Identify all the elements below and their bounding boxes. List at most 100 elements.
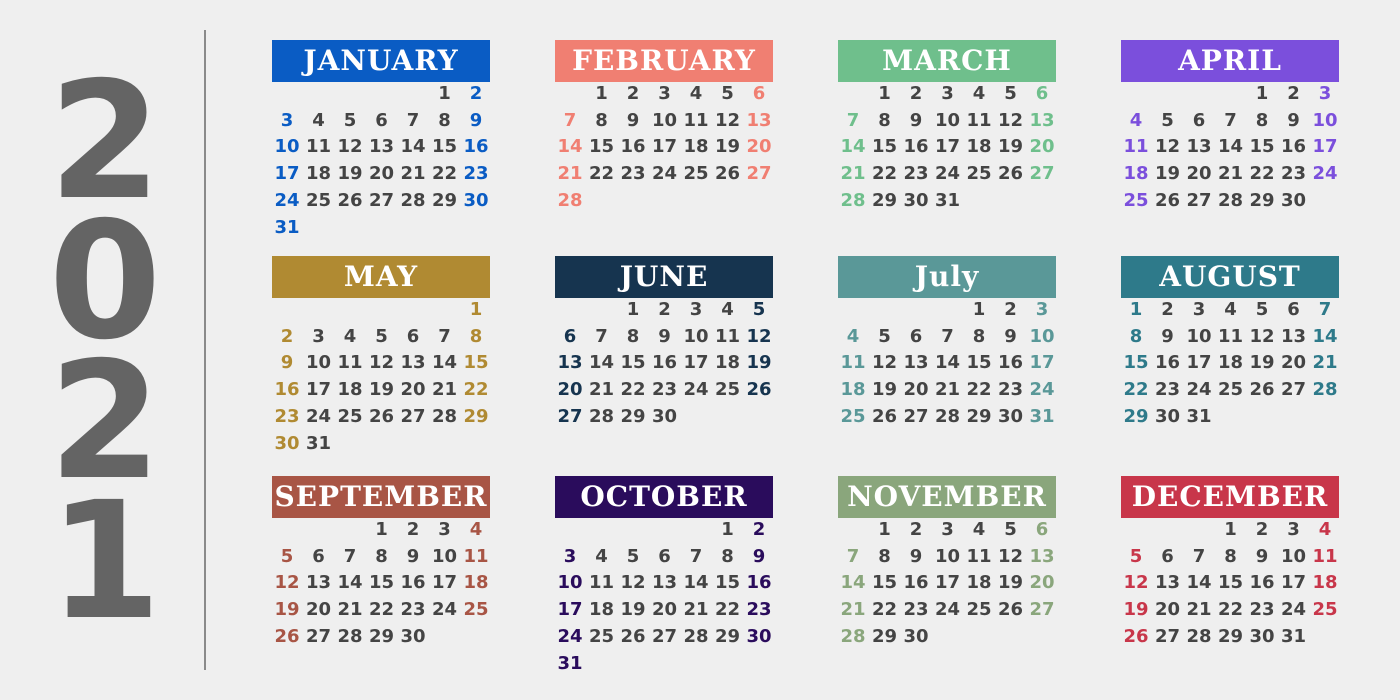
day-cell: 7 [1318,299,1332,320]
day-cell: 22 [463,379,489,401]
day-cell: 23 [997,379,1024,401]
day-cell: 26 [714,163,741,185]
month-may: MAY 1 2 3 4 5 6 7 8 9 10 11 12 13 14 15 16 17 18 19 20 21 22 23… [272,256,490,454]
day-cell: 6 [1192,109,1206,131]
day-cell: 23 [1280,163,1307,185]
day-cell: 10 [934,545,961,567]
day-cell: 10 [305,352,332,374]
month-header: DECEMBER [1121,476,1339,518]
month-january: JANUARY 1 2 3 4 5 6 7 8 9 10 11 12 13 14 15 16 17 18 19 20 21… [272,40,490,238]
day-cell: 29 [871,189,898,211]
day-cell: 13 [651,572,678,594]
day-cell: 14 [400,136,426,158]
day-cell: 2 [1287,83,1300,104]
day-cell: 25 [714,379,741,401]
day-cell: 14 [431,352,458,374]
day-cell: 4 [689,83,703,104]
month-september: SEPTEMBER 1 2 3 4 5 6 7 8 9 10 11 12 13 14 15 16 17 18 19 20… [272,476,490,647]
day-cell: 24 [934,599,961,621]
day-cell: 23 [651,379,678,401]
day-cell: 28 [588,405,615,427]
day-cell: 30 [746,625,772,647]
day-cell: 4 [1224,299,1237,320]
day-cell: 15 [714,572,741,594]
day-cell: 27 [400,405,426,427]
day-cell: 25 [337,405,363,427]
day-cell: 27 [368,189,395,211]
day-cell: 21 [400,163,426,185]
day-cell: 18 [683,136,709,158]
day-cell: 25 [1217,379,1244,401]
day-cell: 7 [1192,545,1206,567]
day-cell: 12 [274,572,300,594]
day-cell: 26 [1123,625,1149,647]
day-cell: 24 [305,405,332,427]
day-cell: 24 [1186,379,1212,401]
day-cell: 21 [1186,599,1212,621]
day-cell: 31 [1029,405,1055,427]
day-cell: 11 [463,545,489,567]
day-cell: 3 [1192,299,1206,320]
day-cell: 20 [1280,352,1307,374]
day-cell: 23 [463,163,489,185]
day-cell: 30 [463,189,489,211]
day-cell: 11 [966,109,992,131]
year-label: 2 0 2 1 [30,61,180,643]
day-cell: 21 [1312,352,1338,374]
day-cell: 9 [1287,109,1300,131]
day-cell: 26 [368,405,395,427]
day-cell: 26 [337,189,363,211]
day-cell: 24 [1280,599,1307,621]
day-cell: 29 [1217,625,1244,647]
day-cell: 5 [752,299,766,320]
day-cell: 11 [683,109,709,131]
day-cell: 11 [714,325,741,347]
month-header: JUNE [555,256,773,298]
day-cell: 9 [909,545,923,567]
day-cell: 6 [1287,299,1300,320]
day-cell: 25 [840,405,866,427]
day-cell: 30 [903,625,929,647]
month-header: JANUARY [272,40,490,82]
day-cell: 16 [903,136,929,158]
day-cell: 11 [1123,136,1149,158]
day-cell: 19 [337,163,363,185]
day-cell: 22 [871,163,898,185]
day-cell: 22 [1249,163,1275,185]
day-cell: 21 [683,599,709,621]
day-cell: 27 [557,405,583,427]
day-cell: 26 [997,599,1024,621]
day-cell: 6 [909,325,923,347]
day-cell: 27 [903,405,929,427]
day-cell: 11 [840,352,866,374]
day-cell: 28 [1312,379,1338,401]
day-cell: 8 [375,545,388,567]
day-cell: 2 [469,83,483,104]
day-cell: 3 [689,299,703,320]
day-cell: 1 [878,519,891,540]
day-cell: 21 [840,599,866,621]
day-cell: 2 [752,519,766,540]
day-cell: 12 [746,325,772,347]
day-cell: 1 [1129,299,1143,320]
day-cell: 8 [1129,325,1143,347]
day-cell: 8 [972,325,986,347]
day-cell: 17 [305,379,332,401]
day-cell: 6 [406,325,420,347]
day-cell: 24 [1029,379,1055,401]
day-cell: 27 [651,625,678,647]
day-cell: 8 [469,325,483,347]
day-cell: 20 [1029,136,1055,158]
day-cell: 4 [595,545,608,567]
day-cell: 9 [1004,325,1017,347]
day-cell: 1 [626,299,640,320]
day-cell: 7 [563,109,577,131]
day-cell: 17 [557,599,583,621]
day-cell: 6 [375,109,388,131]
day-cell: 20 [400,379,426,401]
day-cell: 18 [305,163,332,185]
day-cell: 4 [846,325,860,347]
day-cell: 2 [658,299,671,320]
day-cell: 5 [1004,83,1017,104]
day-cell: 31 [274,216,300,238]
